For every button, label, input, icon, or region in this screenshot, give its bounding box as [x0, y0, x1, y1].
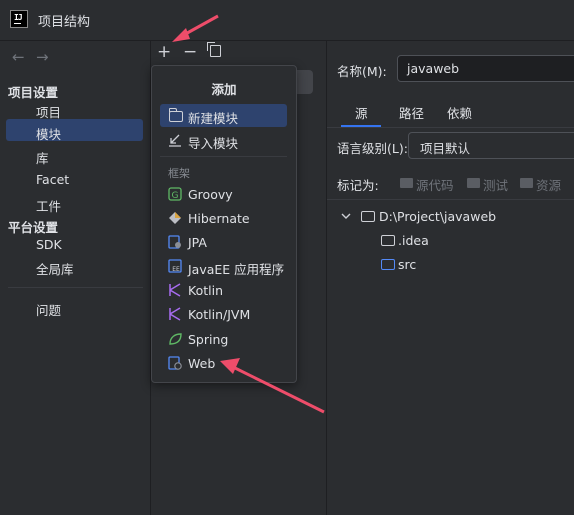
resources-folder-icon	[520, 178, 533, 188]
language-level-select[interactable]: 项目默认	[408, 132, 574, 159]
nav-item-libraries[interactable]: 库	[36, 148, 49, 167]
language-level-label: 语言级别(L):	[337, 141, 408, 156]
mark-divider	[327, 199, 574, 200]
kotlin-jvm-icon	[169, 307, 181, 321]
intellij-logo-icon: IJ	[10, 10, 28, 28]
add-popup-menu: 添加 新建模块 导入模块 框架 G Groovy Hibernate JPA E…	[151, 65, 297, 383]
popup-divider	[160, 156, 287, 157]
mark-sources-button[interactable]: 源代码	[416, 175, 454, 194]
tabs-divider	[327, 127, 574, 128]
menu-item-spring[interactable]: Spring	[188, 332, 228, 347]
menu-item-import-module[interactable]: 导入模块	[188, 133, 238, 152]
menu-item-hibernate[interactable]: Hibernate	[188, 211, 250, 226]
menu-item-javaee[interactable]: JavaEE 应用程序	[188, 259, 284, 278]
sources-folder-icon	[400, 178, 413, 188]
window-title: 项目结构	[38, 15, 91, 30]
tab-sources[interactable]: 源	[355, 103, 368, 122]
tests-folder-icon	[467, 178, 480, 188]
menu-item-web[interactable]: Web	[188, 356, 215, 371]
folder-icon	[361, 211, 375, 222]
title-bar: IJ 项目结构	[0, 0, 574, 40]
folder-icon	[381, 235, 395, 246]
nav-item-global-libraries[interactable]: 全局库	[36, 259, 74, 278]
menu-item-groovy[interactable]: Groovy	[188, 187, 233, 202]
menu-item-new-module[interactable]: 新建模块	[188, 108, 238, 127]
svg-text:EE: EE	[172, 266, 180, 273]
spring-icon	[169, 333, 182, 345]
tab-paths[interactable]: 路径	[399, 103, 424, 122]
groovy-icon: G	[168, 187, 182, 201]
left-sidebar	[0, 41, 150, 515]
tree-item-idea[interactable]: .idea	[398, 233, 429, 248]
module-name-input[interactable]: javaweb	[397, 55, 574, 82]
copy-icon[interactable]	[207, 42, 221, 57]
module-name-value: javaweb	[407, 61, 460, 76]
content-root-path[interactable]: D:\Project\javaweb	[379, 209, 496, 224]
kotlin-icon	[169, 283, 181, 297]
hibernate-icon	[169, 212, 181, 224]
frameworks-section-label: 框架	[168, 167, 190, 180]
nav-item-facet[interactable]: Facet	[36, 172, 69, 187]
language-level-value: 项目默认	[420, 141, 471, 156]
name-label: 名称(M):	[337, 64, 387, 79]
menu-item-jpa[interactable]: JPA	[188, 235, 207, 250]
import-arrow-icon	[169, 134, 181, 147]
platform-settings-heading: 平台设置	[8, 220, 59, 235]
new-module-folder-icon	[168, 108, 183, 122]
nav-item-project[interactable]: 项目	[36, 102, 61, 121]
jpa-icon	[168, 235, 181, 249]
nav-item-problems[interactable]: 问题	[36, 300, 61, 319]
popup-title: 添加	[211, 82, 237, 97]
project-settings-heading: 项目设置	[8, 85, 59, 100]
svg-text:G: G	[172, 191, 179, 201]
tab-dependencies[interactable]: 依赖	[447, 103, 472, 122]
nav-item-modules[interactable]: 模块	[36, 124, 61, 143]
forward-arrow-icon[interactable]: →	[36, 48, 49, 66]
module-list-row[interactable]	[296, 70, 313, 94]
chevron-down-icon[interactable]	[340, 210, 352, 222]
logo-text: IJ	[14, 13, 23, 22]
remove-button[interactable]: −	[183, 44, 197, 61]
source-folder-icon	[381, 259, 395, 270]
back-arrow-icon[interactable]: ←	[12, 48, 25, 66]
nav-item-artifacts[interactable]: 工件	[36, 196, 61, 215]
mark-tests-button[interactable]: 测试	[483, 175, 508, 194]
tree-item-src[interactable]: src	[398, 257, 416, 272]
javaee-icon: EE	[168, 259, 182, 273]
nav-selection-highlight	[6, 119, 143, 141]
web-icon	[168, 356, 182, 370]
middle-divider	[326, 41, 327, 515]
mark-resources-button[interactable]: 资源	[536, 175, 561, 194]
nav-item-sdk[interactable]: SDK	[36, 237, 62, 252]
add-button[interactable]: +	[157, 44, 171, 61]
nav-divider	[8, 287, 143, 288]
menu-item-kotlin[interactable]: Kotlin	[188, 283, 223, 298]
menu-item-kotlin-jvm[interactable]: Kotlin/JVM	[188, 307, 250, 322]
mark-as-label: 标记为:	[337, 178, 379, 193]
